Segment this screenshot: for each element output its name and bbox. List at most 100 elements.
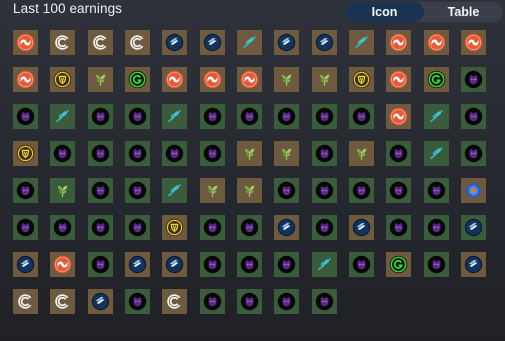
earning-tile[interactable] [50,30,76,55]
earning-tile[interactable] [125,178,151,203]
earning-tile[interactable] [237,104,263,129]
earning-tile[interactable] [423,104,449,129]
earning-tile[interactable] [199,67,225,92]
earning-tile[interactable] [13,252,38,277]
earning-tile[interactable] [311,30,337,55]
earning-tile[interactable] [386,30,412,55]
earning-tile[interactable] [199,30,225,55]
earning-tile[interactable] [87,141,113,166]
earning-tile[interactable] [386,104,412,129]
earning-tile[interactable] [87,215,113,240]
earning-tile[interactable] [199,289,225,314]
earning-tile[interactable] [125,30,151,55]
earning-tile[interactable] [237,215,263,240]
earning-tile[interactable] [50,289,76,314]
earning-tile[interactable] [423,178,449,203]
earning-tile[interactable] [13,104,38,129]
earning-tile[interactable] [311,215,337,240]
earning-tile[interactable] [237,67,263,92]
earning-tile[interactable] [386,215,412,240]
earning-tile[interactable] [50,67,76,92]
earning-tile[interactable] [13,289,38,314]
earning-tile[interactable] [162,141,188,166]
earning-tile[interactable] [50,178,76,203]
earning-tile[interactable] [199,141,225,166]
earning-tile[interactable] [311,289,337,314]
earning-tile[interactable] [237,289,263,314]
earning-tile[interactable] [162,104,188,129]
earning-tile[interactable] [274,104,300,129]
earning-tile[interactable] [125,104,151,129]
earning-tile[interactable] [349,141,375,166]
earning-tile[interactable] [50,215,76,240]
earning-tile[interactable] [386,252,412,277]
earning-tile[interactable] [274,289,300,314]
earning-tile[interactable] [87,30,113,55]
earning-tile[interactable] [349,215,375,240]
earning-tile[interactable] [274,215,300,240]
earning-tile[interactable] [311,141,337,166]
earning-tile[interactable] [386,67,412,92]
earning-tile[interactable] [162,30,188,55]
earning-tile[interactable] [87,104,113,129]
earning-tile[interactable] [386,178,412,203]
earning-tile[interactable] [461,252,487,277]
earning-tile[interactable] [162,289,188,314]
earning-tile[interactable] [199,215,225,240]
earning-tile[interactable] [311,67,337,92]
earning-tile[interactable] [349,67,375,92]
earning-tile[interactable] [13,178,38,203]
earning-tile[interactable] [13,215,38,240]
earning-tile[interactable] [50,252,76,277]
earning-tile[interactable] [162,178,188,203]
earning-tile[interactable] [237,178,263,203]
earning-tile[interactable] [13,141,38,166]
earning-tile[interactable] [423,215,449,240]
earning-tile[interactable] [423,30,449,55]
earning-tile[interactable] [349,252,375,277]
icon-view-tab[interactable]: Icon [345,2,424,22]
earning-tile[interactable] [162,67,188,92]
earning-tile[interactable] [125,67,151,92]
earning-tile[interactable] [461,104,487,129]
earning-tile[interactable] [423,67,449,92]
earning-tile[interactable] [87,178,113,203]
earning-tile[interactable] [199,104,225,129]
earning-tile[interactable] [461,215,487,240]
earning-tile[interactable] [386,141,412,166]
earning-tile[interactable] [13,67,38,92]
earning-tile[interactable] [162,215,188,240]
earning-tile[interactable] [50,104,76,129]
earning-tile[interactable] [125,215,151,240]
earning-tile[interactable] [349,30,375,55]
earning-tile[interactable] [87,67,113,92]
earning-tile[interactable] [349,104,375,129]
earning-tile[interactable] [274,67,300,92]
earning-tile[interactable] [125,252,151,277]
earning-tile[interactable] [237,30,263,55]
earning-tile[interactable] [461,67,487,92]
earning-tile[interactable] [162,252,188,277]
earning-tile[interactable] [274,30,300,55]
earning-tile[interactable] [274,252,300,277]
earning-tile[interactable] [423,141,449,166]
earning-tile[interactable] [274,178,300,203]
table-view-tab[interactable]: Table [424,2,503,22]
earning-tile[interactable] [461,178,487,203]
earning-tile[interactable] [311,252,337,277]
earning-tile[interactable] [199,252,225,277]
earning-tile[interactable] [423,252,449,277]
earning-tile[interactable] [87,252,113,277]
earning-tile[interactable] [87,289,113,314]
earning-tile[interactable] [237,141,263,166]
earning-tile[interactable] [274,141,300,166]
earning-tile[interactable] [125,141,151,166]
earning-tile[interactable] [311,178,337,203]
earning-tile[interactable] [461,141,487,166]
earning-tile[interactable] [237,252,263,277]
earning-tile[interactable] [461,30,487,55]
earning-tile[interactable] [349,178,375,203]
earning-tile[interactable] [50,141,76,166]
earning-tile[interactable] [199,178,225,203]
earning-tile[interactable] [13,30,38,55]
